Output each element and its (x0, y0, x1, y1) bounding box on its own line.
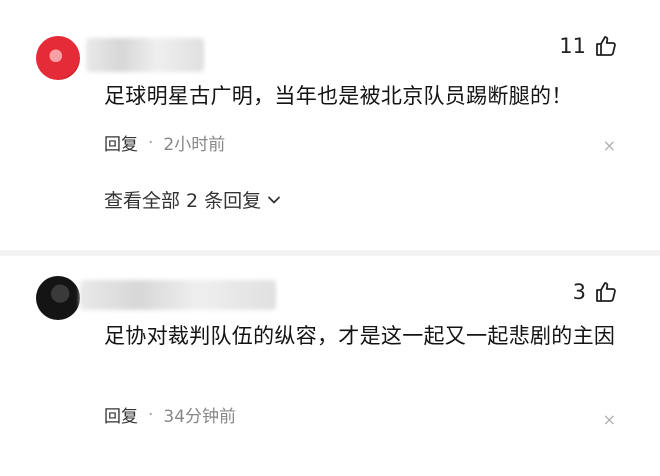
comment-item: 3 足协对裁判队伍的纵容，才是这一起又一起悲剧的主因 回复 · 34分钟前 × (0, 256, 660, 476)
meta-separator: · (148, 404, 154, 425)
like-button[interactable]: 3 (573, 280, 618, 304)
comment-meta: 回复 · 2小时前 (104, 130, 226, 156)
meta-separator: · (148, 132, 154, 153)
avatar[interactable] (36, 276, 80, 320)
timestamp: 2小时前 (163, 135, 226, 155)
like-count: 3 (572, 280, 586, 304)
thumbs-up-icon (596, 36, 616, 56)
like-button[interactable]: 11 (559, 34, 618, 58)
username-blurred[interactable] (86, 38, 204, 72)
reply-button[interactable]: 回复 (104, 130, 138, 155)
close-icon[interactable]: × (603, 410, 616, 429)
avatar[interactable] (36, 36, 80, 80)
comment-item: 11 足球明星古广明，当年也是被北京队员踢断腿的！ 回复 · 2小时前 × 查看… (0, 0, 660, 250)
comment-text: 足球明星古广明，当年也是被北京队员踢断腿的！ (104, 84, 573, 108)
close-icon[interactable]: × (603, 136, 616, 155)
thumbs-up-icon (596, 282, 616, 302)
comment-meta: 回复 · 34分钟前 (104, 402, 237, 428)
like-count: 11 (559, 34, 586, 58)
chevron-down-icon (268, 196, 281, 203)
reply-button[interactable]: 回复 (104, 402, 138, 427)
view-all-replies-button[interactable]: 查看全部 2 条回复 (104, 186, 281, 213)
username-blurred[interactable] (80, 280, 276, 310)
comment-text: 足协对裁判队伍的纵容，才是这一起又一起悲剧的主因 (104, 324, 616, 348)
timestamp: 34分钟前 (163, 407, 237, 427)
view-all-replies-label: 查看全部 2 条回复 (104, 190, 262, 212)
